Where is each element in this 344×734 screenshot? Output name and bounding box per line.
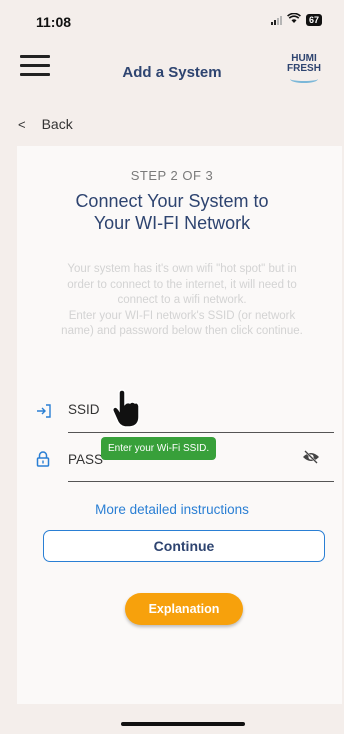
humifresh-logo: HUMI FRESH [286, 54, 322, 86]
desc-line-5: name) and password below then click cont… [61, 325, 303, 337]
logo-text-bottom: FRESH [287, 63, 321, 74]
ssid-field[interactable]: SSID [68, 402, 100, 417]
password-field[interactable]: PASS [68, 452, 103, 467]
back-button[interactable]: < Back [18, 110, 328, 138]
heading-line-2: Your WI-FI Network [93, 213, 251, 233]
continue-button[interactable]: Continue [43, 530, 325, 562]
desc-line-2: order to connect to the internet, it wil… [67, 278, 297, 291]
step-indicator: STEP 2 OF 3 [130, 168, 214, 183]
section-heading: Connect Your System to Your WI-FI Networ… [0, 190, 344, 234]
home-indicator[interactable] [121, 722, 245, 726]
desc-line-3: connect to a wifi network. [117, 294, 247, 306]
pointer-hand-icon [111, 389, 141, 429]
status-time: 11:08 [36, 14, 72, 30]
logo-wave [290, 75, 318, 83]
wifi-icon [287, 12, 301, 27]
more-instructions-link[interactable]: More detailed instructions [0, 502, 344, 517]
password-underline [68, 481, 334, 482]
desc-line-4: Enter your WI-FI network's SSID (or netw… [68, 309, 296, 322]
back-label: Back [41, 116, 73, 132]
eye-off-icon[interactable] [302, 450, 320, 464]
heading-line-1: Connect Your System to [75, 191, 269, 211]
desc-line-1: Your system has it's own wifi "hot spot"… [67, 263, 297, 275]
login-arrow-icon [36, 404, 52, 421]
status-icons: 67 [270, 12, 322, 27]
explanation-button[interactable]: Explanation [125, 593, 243, 625]
instructions-text: Your system has it's own wifi "hot spot"… [32, 262, 332, 340]
ssid-underline [68, 432, 334, 433]
chevron-left-icon: < [18, 116, 26, 132]
ssid-tooltip: Enter your Wi-Fi SSID. [101, 437, 217, 460]
lock-icon [36, 451, 50, 470]
cellular-signal-icon [270, 15, 282, 25]
battery-indicator: 67 [305, 14, 322, 26]
